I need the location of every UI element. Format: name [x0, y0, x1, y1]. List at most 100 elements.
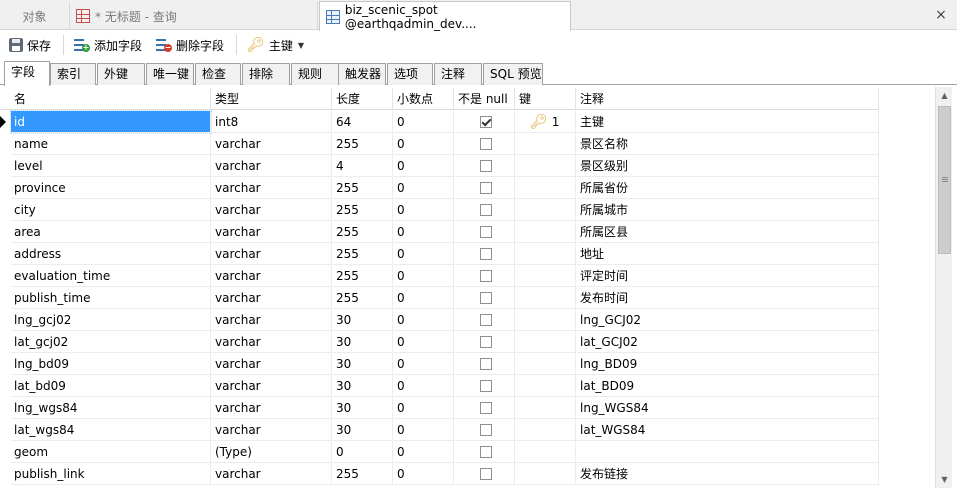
table-row[interactable]: lat_bd09 varchar 30 0 lat_BD09	[0, 375, 879, 397]
field-type-cell[interactable]: varchar	[212, 331, 332, 353]
tab-comment[interactable]: 注释	[434, 63, 482, 85]
field-name-cell[interactable]: publish_time	[11, 287, 211, 309]
column-header-length[interactable]: 长度	[333, 88, 393, 110]
field-decimal-cell[interactable]: 0	[394, 221, 454, 243]
field-length-cell[interactable]: 255	[333, 199, 393, 221]
field-decimal-cell[interactable]: 0	[394, 331, 454, 353]
field-key-cell[interactable]	[516, 463, 576, 485]
field-length-cell[interactable]: 4	[333, 155, 393, 177]
not-null-checkbox[interactable]	[480, 116, 492, 128]
table-row[interactable]: area varchar 255 0 所属区县	[0, 221, 879, 243]
field-comment-cell[interactable]: lng_BD09	[577, 353, 879, 375]
field-comment-cell[interactable]: 发布时间	[577, 287, 879, 309]
field-comment-cell[interactable]: lat_GCJ02	[577, 331, 879, 353]
field-key-cell[interactable]	[516, 221, 576, 243]
field-decimal-cell[interactable]: 0	[394, 199, 454, 221]
field-type-cell[interactable]: varchar	[212, 397, 332, 419]
field-comment-cell[interactable]: 所属省份	[577, 177, 879, 199]
field-length-cell[interactable]: 255	[333, 287, 393, 309]
table-row[interactable]: publish_time varchar 255 0 发布时间	[0, 287, 879, 309]
field-type-cell[interactable]: (Type)	[212, 441, 332, 463]
scrollbar-thumb[interactable]	[938, 106, 951, 254]
field-decimal-cell[interactable]: 0	[394, 463, 454, 485]
field-decimal-cell[interactable]: 0	[394, 353, 454, 375]
field-length-cell[interactable]: 255	[333, 133, 393, 155]
not-null-checkbox[interactable]	[480, 292, 492, 304]
field-key-cell[interactable]	[516, 309, 576, 331]
vertical-scrollbar[interactable]: ▲ ▼	[935, 87, 952, 488]
field-key-cell[interactable]	[516, 441, 576, 463]
field-comment-cell[interactable]: lat_BD09	[577, 375, 879, 397]
field-type-cell[interactable]: varchar	[212, 353, 332, 375]
not-null-checkbox[interactable]	[480, 204, 492, 216]
table-row[interactable]: lat_gcj02 varchar 30 0 lat_GCJ02	[0, 331, 879, 353]
field-length-cell[interactable]: 0	[333, 441, 393, 463]
not-null-checkbox[interactable]	[480, 336, 492, 348]
tab-unique-keys[interactable]: 唯一键	[146, 63, 194, 85]
field-length-cell[interactable]: 255	[333, 177, 393, 199]
scroll-down-arrow-icon[interactable]: ▼	[936, 471, 953, 488]
field-length-cell[interactable]: 255	[333, 463, 393, 485]
column-header-not-null[interactable]: 不是 null	[455, 88, 515, 110]
field-decimal-cell[interactable]: 0	[394, 111, 454, 133]
not-null-checkbox[interactable]	[480, 358, 492, 370]
table-row[interactable]: city varchar 255 0 所属城市	[0, 199, 879, 221]
field-name-cell[interactable]: address	[11, 243, 211, 265]
column-header-name[interactable]: 名	[11, 88, 211, 110]
table-row[interactable]: province varchar 255 0 所属省份	[0, 177, 879, 199]
field-decimal-cell[interactable]: 0	[394, 441, 454, 463]
field-name-cell[interactable]: lng_gcj02	[11, 309, 211, 331]
field-decimal-cell[interactable]: 0	[394, 397, 454, 419]
not-null-checkbox[interactable]	[480, 182, 492, 194]
tab-options[interactable]: 选项	[387, 63, 433, 85]
field-type-cell[interactable]: varchar	[212, 133, 332, 155]
field-name-cell[interactable]: lat_wgs84	[11, 419, 211, 441]
tab-checks[interactable]: 检查	[195, 63, 241, 85]
column-header-comment[interactable]: 注释	[577, 88, 879, 110]
not-null-checkbox[interactable]	[480, 380, 492, 392]
not-null-checkbox[interactable]	[480, 138, 492, 150]
field-length-cell[interactable]: 255	[333, 265, 393, 287]
field-key-cell[interactable]	[516, 133, 576, 155]
delete-field-button[interactable]: − 删除字段	[152, 34, 228, 56]
field-comment-cell[interactable]: lng_GCJ02	[577, 309, 879, 331]
table-row[interactable]: lng_bd09 varchar 30 0 lng_BD09	[0, 353, 879, 375]
field-decimal-cell[interactable]: 0	[394, 155, 454, 177]
add-field-button[interactable]: + 添加字段	[70, 34, 146, 56]
tab-triggers[interactable]: 触发器	[338, 63, 386, 85]
tab-untitled-query[interactable]: * 无标题 - 查询	[70, 2, 318, 30]
field-length-cell[interactable]: 255	[333, 221, 393, 243]
save-button[interactable]: 保存	[5, 34, 55, 56]
field-type-cell[interactable]: varchar	[212, 221, 332, 243]
field-length-cell[interactable]: 30	[333, 397, 393, 419]
table-row[interactable]: level varchar 4 0 景区级别	[0, 155, 879, 177]
field-name-cell[interactable]: city	[11, 199, 211, 221]
field-key-cell[interactable]	[516, 155, 576, 177]
field-length-cell[interactable]: 30	[333, 419, 393, 441]
not-null-checkbox[interactable]	[480, 248, 492, 260]
field-name-cell[interactable]: geom	[11, 441, 211, 463]
field-type-cell[interactable]: int8	[212, 111, 332, 133]
table-row[interactable]: lng_gcj02 varchar 30 0 lng_GCJ02	[0, 309, 879, 331]
not-null-checkbox[interactable]	[480, 160, 492, 172]
field-key-cell[interactable]	[516, 287, 576, 309]
field-comment-cell[interactable]: 主键	[577, 111, 879, 133]
field-key-cell[interactable]	[516, 331, 576, 353]
field-type-cell[interactable]: varchar	[212, 463, 332, 485]
not-null-checkbox[interactable]	[480, 468, 492, 480]
field-decimal-cell[interactable]: 0	[394, 265, 454, 287]
table-row[interactable]: lng_wgs84 varchar 30 0 lng_WGS84	[0, 397, 879, 419]
not-null-checkbox[interactable]	[480, 314, 492, 326]
not-null-checkbox[interactable]	[480, 270, 492, 282]
tab-fields[interactable]: 字段	[4, 61, 50, 86]
field-name-cell[interactable]: evaluation_time	[11, 265, 211, 287]
field-name-cell[interactable]: area	[11, 221, 211, 243]
table-row[interactable]: lat_wgs84 varchar 30 0 lat_WGS84	[0, 419, 879, 441]
tab-indexes[interactable]: 索引	[50, 63, 96, 85]
field-comment-cell[interactable]: 地址	[577, 243, 879, 265]
not-null-checkbox[interactable]	[480, 402, 492, 414]
field-key-cell[interactable]	[516, 199, 576, 221]
field-comment-cell[interactable]: 发布链接	[577, 463, 879, 485]
table-row[interactable]: publish_link varchar 255 0 发布链接	[0, 463, 879, 485]
table-row[interactable]: id int8 64 0 主键 🔑︎ 1	[0, 110, 879, 134]
